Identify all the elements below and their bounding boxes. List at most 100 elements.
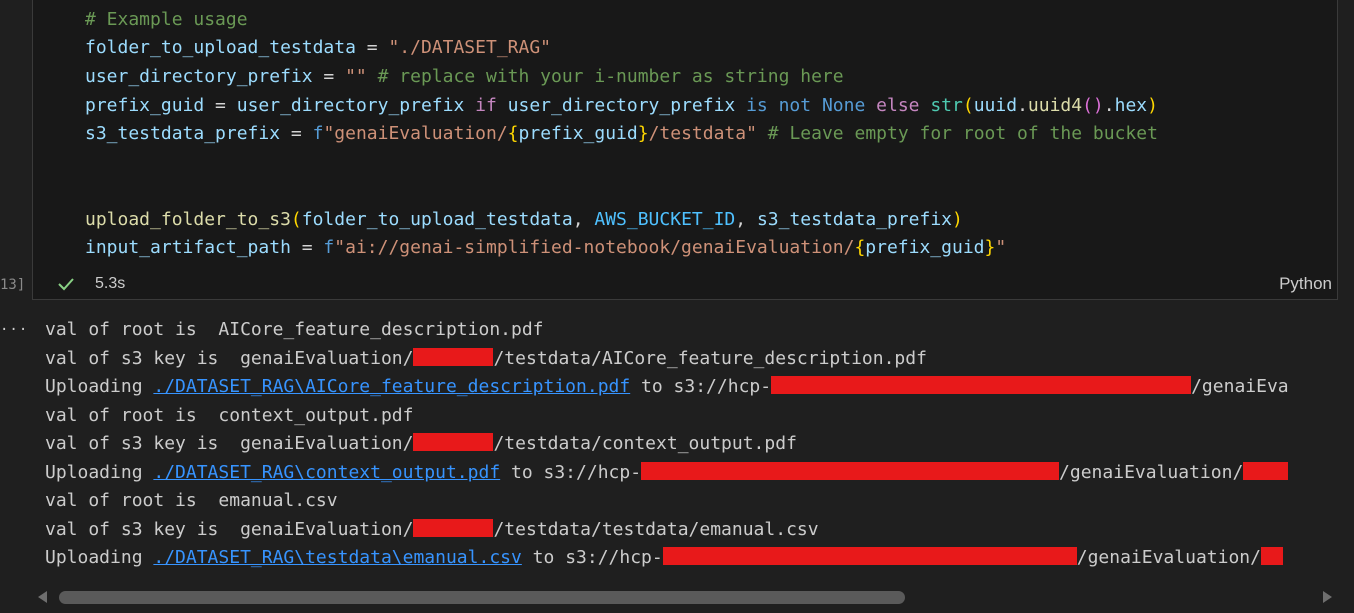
output-text: /genaiEva (1191, 376, 1289, 397)
output-line: val of s3 key is genaiEvaluation/ /testda… (45, 346, 927, 372)
code-token: = (312, 66, 346, 87)
output-line: val of root is context_output.pdf (45, 403, 413, 429)
output-line: Uploading ./DATASET_RAG\context_output.p… (45, 460, 1289, 486)
code-token: AWS_BUCKET_ID (594, 209, 736, 230)
code-token: . (1103, 95, 1115, 116)
code-token: is not (735, 95, 822, 116)
code-token: s3_testdata_prefix (756, 209, 953, 230)
redaction-block (413, 348, 494, 366)
output-line: val of s3 key is genaiEvaluation/ /testda… (45, 517, 819, 543)
code-token: user_directory_prefix (507, 95, 736, 116)
output-text: val of s3 key is genaiEvaluation/ (45, 348, 414, 369)
code-line-4[interactable]: prefix_guid = user_directory_prefix if u… (85, 94, 1158, 118)
output-text: /genaiEvaluation/ (1076, 547, 1261, 568)
output-text: val of root is AICore_feature_descriptio… (45, 319, 544, 340)
code-token: } (984, 237, 996, 258)
output-line: val of root is AICore_feature_descriptio… (45, 317, 544, 343)
output-line: val of s3 key is genaiEvaluation/ /testda… (45, 431, 797, 457)
code-token: folder_to_upload_testdata (301, 209, 573, 230)
code-token: ( (962, 95, 974, 116)
code-token: folder_to_upload_testdata (85, 37, 356, 58)
code-token: = (355, 37, 389, 58)
code-token: , (572, 209, 595, 230)
code-token: user_directory_prefix (85, 66, 313, 87)
code-token: None (821, 95, 866, 116)
code-token: f (323, 237, 335, 258)
code-token: = (290, 237, 324, 258)
code-line-9[interactable]: input_artifact_path = f"ai://genai-simpl… (85, 236, 1006, 260)
code-token: "genaiEvaluation/ (323, 123, 508, 144)
code-token: upload_folder_to_s3 (85, 209, 291, 230)
language-selector[interactable]: Python (1279, 274, 1332, 294)
scroll-left-arrow-icon[interactable] (38, 591, 47, 603)
code-token: str (930, 95, 963, 116)
output-line: val of root is emanual.csv (45, 488, 338, 514)
code-line-8[interactable]: upload_folder_to_s3(folder_to_upload_tes… (85, 208, 963, 232)
code-token: . (1017, 95, 1028, 116)
output-line: Uploading ./DATASET_RAG\testdata\emanual… (45, 545, 1283, 571)
output-text: to s3://hcp- (521, 547, 663, 568)
execution-count: 13] (0, 277, 26, 293)
output-text: Uploading (45, 462, 154, 483)
output-text: /testdata/AICore_feature_description.pdf (493, 348, 927, 369)
code-token: "ai://genai-simplified-notebook/genaiEva… (334, 237, 855, 258)
output-text: Uploading (45, 376, 154, 397)
horizontal-scrollbar-thumb[interactable] (59, 591, 905, 604)
output-menu-icon[interactable]: ... (0, 318, 28, 334)
redaction-block (413, 433, 494, 451)
code-token: "./DATASET_RAG" (388, 37, 552, 58)
output-text: to s3://hcp- (500, 462, 642, 483)
code-token: { (507, 123, 519, 144)
code-token: prefix_guid (85, 95, 205, 116)
output-text: val of s3 key is genaiEvaluation/ (45, 433, 414, 454)
output-text: /genaiEvaluation/ (1059, 462, 1244, 483)
code-line-1[interactable]: # Example usage (85, 8, 248, 32)
check-icon (58, 278, 74, 291)
output-text: to s3://hcp- (630, 376, 772, 397)
redaction-block (662, 547, 1077, 565)
code-token: s3_testdata_prefix (85, 123, 281, 144)
code-token: () (1082, 95, 1104, 116)
code-token: prefix_guid (865, 237, 985, 258)
output-text: val of s3 key is genaiEvaluation/ (45, 519, 414, 540)
redaction-block (641, 462, 1060, 480)
code-token: f (312, 123, 324, 144)
file-link[interactable]: ./DATASET_RAG\context_output.pdf (153, 462, 500, 483)
scroll-right-arrow-icon[interactable] (1323, 591, 1332, 603)
code-token: if (464, 95, 508, 116)
file-link[interactable]: ./DATASET_RAG\testdata\emanual.csv (153, 547, 521, 568)
code-token: = (280, 123, 313, 144)
code-token: else (865, 95, 931, 116)
redaction-block (1243, 462, 1289, 480)
code-token: hex (1114, 95, 1148, 116)
output-line: Uploading ./DATASET_RAG\AICore_feature_d… (45, 374, 1289, 400)
file-link[interactable]: ./DATASET_RAG\AICore_feature_description… (153, 376, 630, 397)
code-token: input_artifact_path (85, 237, 291, 258)
redaction-block (413, 519, 494, 537)
code-token: = (204, 95, 237, 116)
execution-time: 5.3s (95, 275, 126, 292)
code-token: ( (290, 209, 302, 230)
code-token: ) (952, 209, 963, 230)
code-token: /testdata" (648, 123, 757, 144)
output-text: val of root is emanual.csv (45, 490, 338, 511)
code-token: uuid (973, 95, 1018, 116)
code-token: "" (345, 66, 367, 87)
output-text: Uploading (45, 547, 154, 568)
code-line-5[interactable]: s3_testdata_prefix = f"genaiEvaluation/{… (85, 122, 1158, 146)
code-line-2[interactable]: folder_to_upload_testdata = "./DATASET_R… (85, 36, 551, 60)
code-token: , (735, 209, 757, 230)
output-text: /testdata/testdata/emanual.csv (493, 519, 819, 540)
code-token: uuid4 (1027, 95, 1083, 116)
output-text: /testdata/context_output.pdf (493, 433, 797, 454)
code-token: ) (1147, 95, 1158, 116)
code-token: } (637, 123, 649, 144)
code-token: prefix_guid (518, 123, 638, 144)
code-token: user_directory_prefix (236, 95, 465, 116)
code-line-3[interactable]: user_directory_prefix = "" # replace wit… (85, 65, 844, 89)
code-token: " (995, 237, 1007, 258)
code-comment: # Example usage (85, 9, 248, 30)
code-comment: # replace with your i-number as string h… (366, 66, 844, 87)
output-text: val of root is context_output.pdf (45, 405, 414, 426)
code-token: { (854, 237, 866, 258)
